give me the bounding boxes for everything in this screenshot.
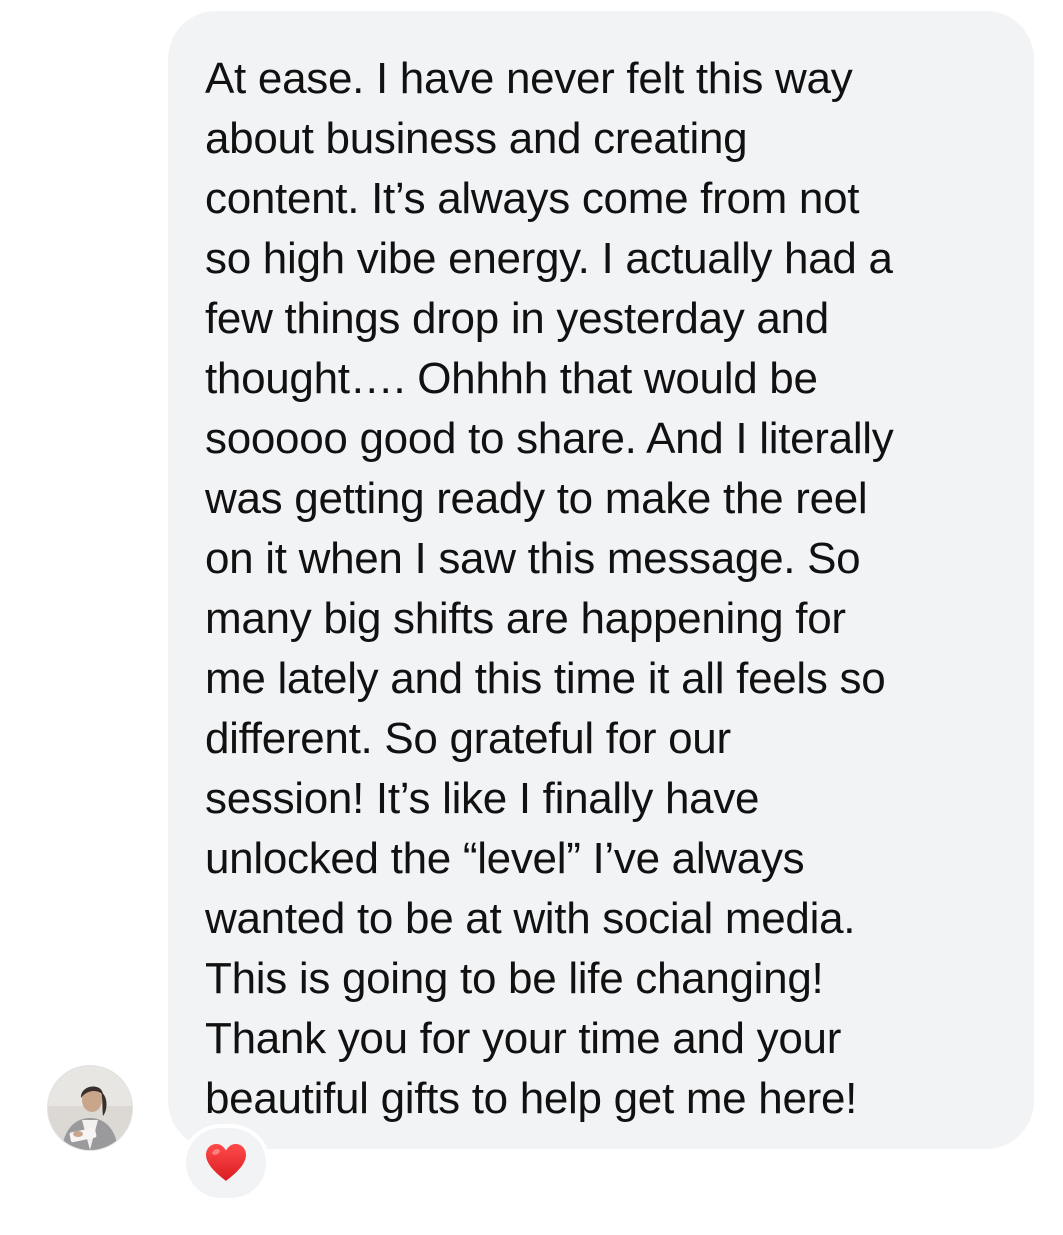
message-line: sooooo good to share. And I literally (205, 414, 894, 463)
message-line: me lately and this time it all feels so (205, 654, 886, 703)
sender-avatar[interactable] (48, 1066, 132, 1150)
heart-icon (206, 1144, 246, 1181)
message-line: different. So grateful for our (205, 714, 731, 763)
message-line: about business and creating (205, 114, 748, 163)
message-bubble[interactable]: At ease. I have never felt this way abou… (168, 11, 1034, 1149)
message-line: session! It’s like I finally have (205, 774, 760, 823)
message-text: At ease. I have never felt this way abou… (205, 49, 1004, 1129)
message-line: unlocked the “level” I’ve always (205, 834, 805, 883)
message-line: thought…. Ohhhh that would be (205, 354, 818, 403)
message-line: content. It’s always come from not (205, 174, 860, 223)
reaction-badge[interactable] (182, 1124, 270, 1202)
message-line: on it when I saw this message. So (205, 534, 861, 583)
avatar-photo-icon (48, 1066, 132, 1150)
message-line: was getting ready to make the reel (205, 474, 868, 523)
message-line: Thank you for your time and your (205, 1014, 842, 1063)
message-line: beautiful gifts to help get me here! (205, 1074, 858, 1123)
message-line: many big shifts are happening for (205, 594, 846, 643)
message-line: few things drop in yesterday and (205, 294, 829, 343)
message-thread: At ease. I have never felt this way abou… (0, 0, 1063, 1235)
message-line: At ease. I have never felt this way (205, 54, 853, 103)
message-line: wanted to be at with social media. (205, 894, 856, 943)
message-line: so high vibe energy. I actually had a (205, 234, 893, 283)
message-line: This is going to be life changing! (205, 954, 824, 1003)
